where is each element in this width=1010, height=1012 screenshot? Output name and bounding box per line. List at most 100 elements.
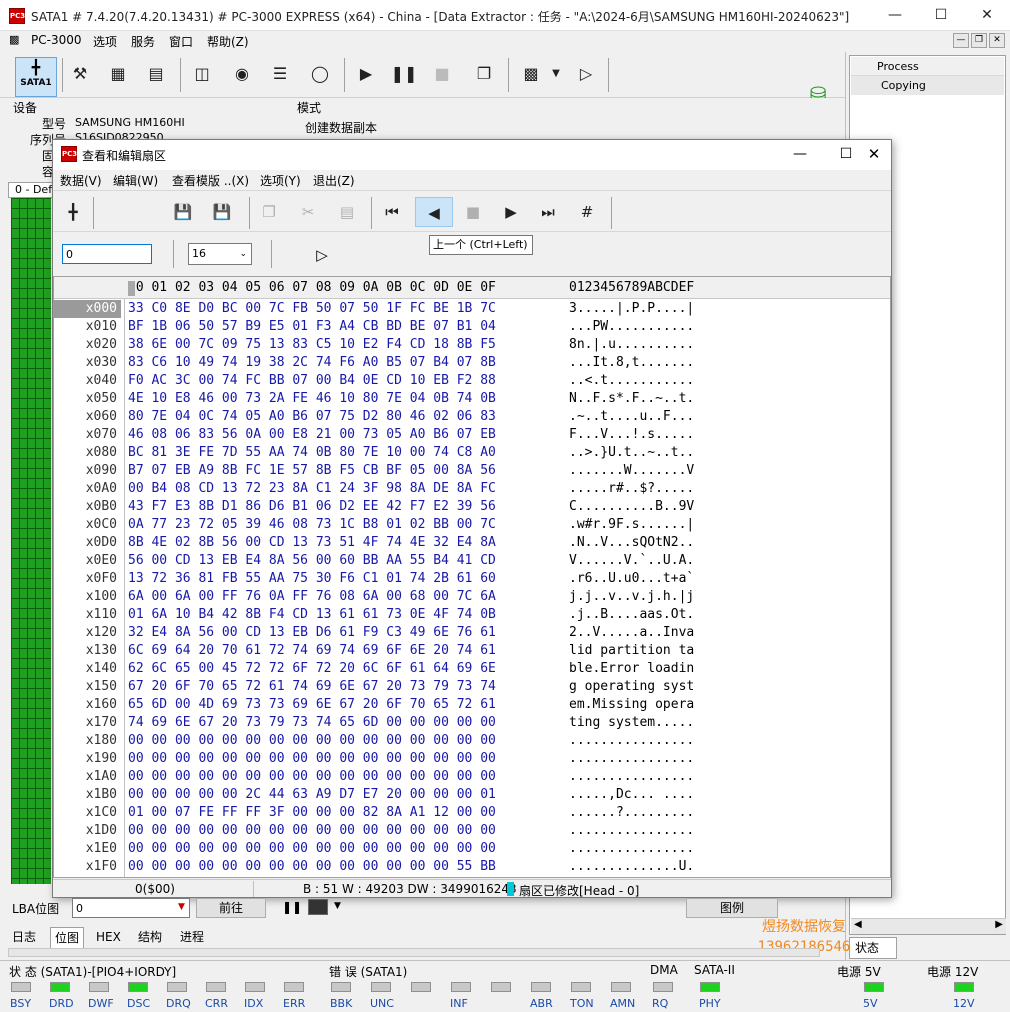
row-bytes[interactable]: 6A 00 6A 00 FF 76 0A FF 76 08 6A 00 68 0… xyxy=(128,588,496,606)
row-ascii[interactable]: ..............U. xyxy=(569,858,694,876)
hex-row[interactable]: x1B0 00 00 00 00 00 2C 44 63 A9 D7 E7 20 … xyxy=(54,786,890,804)
sector-offset-input[interactable] xyxy=(62,244,152,264)
hex-row[interactable]: x0E0 56 00 CD 13 EB E4 8A 56 00 60 BB AA … xyxy=(54,552,890,570)
dialog-close-button[interactable]: ✕ xyxy=(859,140,889,170)
menu-pc3000[interactable]: PC-3000 xyxy=(31,33,81,47)
row-bytes[interactable]: B7 07 EB A9 8B FC 1E 57 8B F5 CB BF 05 0… xyxy=(128,462,496,480)
hex-row[interactable]: x000 33 C0 8E D0 BC 00 7C FB 50 07 50 1F … xyxy=(54,300,890,318)
save-sector-as-icon[interactable]: 💾 xyxy=(208,197,236,227)
exit-run-icon[interactable]: ▷ xyxy=(309,242,335,268)
dialog-menu-options[interactable]: 选项(Y) xyxy=(260,172,301,189)
pause-icon[interactable]: ❚❚ xyxy=(388,56,420,92)
binoculars-icon[interactable]: ◉ xyxy=(226,56,258,92)
hex-row[interactable]: x1A0 00 00 00 00 00 00 00 00 00 00 00 00 … xyxy=(54,768,890,786)
hex-row[interactable]: x1D0 00 00 00 00 00 00 00 00 00 00 00 00 … xyxy=(54,822,890,840)
row-bytes[interactable]: 0A 77 23 72 05 39 46 08 73 1C B8 01 02 B… xyxy=(128,516,496,534)
row-bytes[interactable]: 56 00 CD 13 EB E4 8A 56 00 60 BB AA 55 B… xyxy=(128,552,496,570)
copy-icon[interactable]: ❐ xyxy=(255,197,283,227)
mdi-restore-button[interactable]: ❐ xyxy=(971,33,987,48)
row-bytes[interactable]: 83 C6 10 49 74 19 38 2C 74 F6 A0 B5 07 B… xyxy=(128,354,496,372)
row-bytes[interactable]: 74 69 6E 67 20 73 79 73 74 65 6D 00 00 0… xyxy=(128,714,496,732)
row-bytes[interactable]: 00 00 00 00 00 00 00 00 00 00 00 00 00 0… xyxy=(128,750,496,768)
row-ascii[interactable]: F...V...!.s..... xyxy=(569,426,694,444)
row-bytes[interactable]: 01 00 07 FE FF FF 3F 00 00 00 82 8A A1 1… xyxy=(128,804,496,822)
row-ascii[interactable]: ..>.}U.t..~..t.. xyxy=(569,444,694,462)
hex-row[interactable]: x190 00 00 00 00 00 00 00 00 00 00 00 00 … xyxy=(54,750,890,768)
row-bytes[interactable]: 4E 10 E8 46 00 73 2A FE 46 10 80 7E 04 0… xyxy=(128,390,496,408)
row-ascii[interactable]: C..........B..9V xyxy=(569,498,694,516)
tab-log[interactable]: 日志 xyxy=(8,927,40,948)
process-list-header[interactable]: Process xyxy=(851,57,1004,76)
disk-icon[interactable]: ◯ xyxy=(304,56,336,92)
connector-icon[interactable]: ╋ xyxy=(58,197,88,227)
hex-row[interactable]: x170 74 69 6E 67 20 73 79 73 74 65 6D 00 … xyxy=(54,714,890,732)
hex-row[interactable]: x040 F0 AC 3C 00 74 FC BB 07 00 B4 0E CD … xyxy=(54,372,890,390)
exit-run-icon[interactable]: ▷ xyxy=(570,56,602,92)
hex-row[interactable]: x0D0 8B 4E 02 8B 56 00 CD 13 73 51 4F 74 … xyxy=(54,534,890,552)
row-ascii[interactable]: .j..B....aas.Ot. xyxy=(569,606,694,624)
row-ascii[interactable]: ting system..... xyxy=(569,714,694,732)
row-ascii[interactable]: .....r#..$?..... xyxy=(569,480,694,498)
next-sector-icon[interactable]: ▶ xyxy=(497,197,525,227)
hex-row[interactable]: x150 67 20 6F 70 65 72 61 74 69 6E 67 20 … xyxy=(54,678,890,696)
tools-icon[interactable]: ⚒ xyxy=(64,56,96,92)
lba-forward-button[interactable]: 前往 xyxy=(196,898,266,918)
row-ascii[interactable]: .~..t....u..F... xyxy=(569,408,694,426)
row-ascii[interactable]: j.j..v..v.j.h.|j xyxy=(569,588,694,606)
mdi-close-button[interactable]: ✕ xyxy=(989,33,1005,48)
row-bytes[interactable]: 65 6D 00 4D 69 73 73 69 6E 67 20 6F 70 6… xyxy=(128,696,496,714)
stop-icon[interactable]: ■ xyxy=(459,197,487,227)
hex-row[interactable]: x100 6A 00 6A 00 FF 76 0A FF 76 08 6A 00 … xyxy=(54,588,890,606)
row-bytes[interactable]: 00 00 00 00 00 00 00 00 00 00 00 00 00 0… xyxy=(128,840,496,858)
dialog-menu-exit[interactable]: 退出(Z) xyxy=(313,172,355,189)
screen-icon[interactable]: ▩ xyxy=(514,56,548,92)
row-ascii[interactable]: .w#r.9F.s......| xyxy=(569,516,694,534)
menu-service[interactable]: 服务 xyxy=(131,33,155,50)
minimize-button[interactable]: — xyxy=(872,0,918,31)
row-ascii[interactable]: .....,Dc... .... xyxy=(569,786,694,804)
play-icon[interactable]: ▶ xyxy=(350,56,382,92)
row-bytes[interactable]: 00 B4 08 CD 13 72 23 8A C1 24 3F 98 8A D… xyxy=(128,480,496,498)
scroll-right-icon[interactable]: ▶ xyxy=(995,919,1003,930)
percent-icon[interactable]: ▤ xyxy=(140,56,172,92)
tab-state[interactable]: 状态 xyxy=(849,937,897,959)
bottom-scrollbar[interactable] xyxy=(8,948,820,957)
screen-icon[interactable] xyxy=(308,899,328,915)
hex-row[interactable]: x050 4E 10 E8 46 00 73 2A FE 46 10 80 7E … xyxy=(54,390,890,408)
goto-sector-icon[interactable]: # xyxy=(573,197,601,227)
row-bytes[interactable]: 62 6C 65 00 45 72 72 6F 72 20 6C 6F 61 6… xyxy=(128,660,496,678)
row-ascii[interactable]: 2..V.....a..Inva xyxy=(569,624,694,642)
row-bytes[interactable]: 01 6A 10 B4 42 8B F4 CD 13 61 61 73 0E 4… xyxy=(128,606,496,624)
row-ascii[interactable]: .r6..U.u0...t+a` xyxy=(569,570,694,588)
task-tab-default[interactable]: 0 - Defa xyxy=(8,182,54,198)
menu-help[interactable]: 帮助(Z) xyxy=(207,33,249,50)
row-bytes[interactable]: 00 00 00 00 00 2C 44 63 A9 D7 E7 20 00 0… xyxy=(128,786,496,804)
row-ascii[interactable]: V......V.`..U.A. xyxy=(569,552,694,570)
hex-row[interactable]: x160 65 6D 00 4D 69 73 73 69 6E 67 20 6F … xyxy=(54,696,890,714)
chevron-down-icon[interactable]: ▼ xyxy=(548,56,564,92)
last-sector-icon[interactable]: ⏭ xyxy=(534,197,562,227)
row-ascii[interactable]: ..<.t........... xyxy=(569,372,694,390)
tab-bitmap[interactable]: 位图 xyxy=(50,927,85,948)
hex-row[interactable]: x0B0 43 F7 E3 8B D1 86 D6 B1 06 D2 EE 42 … xyxy=(54,498,890,516)
dialog-minimize-button[interactable]: — xyxy=(777,140,823,170)
row-ascii[interactable]: ................ xyxy=(569,840,694,858)
cut-icon[interactable]: ✂ xyxy=(294,197,322,227)
row-bytes[interactable]: 00 00 00 00 00 00 00 00 00 00 00 00 00 0… xyxy=(128,732,496,750)
row-ascii[interactable]: ...PW........... xyxy=(569,318,694,336)
hex-row[interactable]: x020 38 6E 00 7C 09 75 13 83 C5 10 E2 F4 … xyxy=(54,336,890,354)
dialog-menu-data[interactable]: 数据(V) xyxy=(60,172,102,189)
row-ascii[interactable]: 3.....|.P.P....| xyxy=(569,300,694,318)
row-bytes[interactable]: 33 C0 8E D0 BC 00 7C FB 50 07 50 1F FC B… xyxy=(128,300,496,318)
first-sector-icon[interactable]: ⏮ xyxy=(378,197,406,227)
dialog-menu-edit[interactable]: 编辑(W) xyxy=(113,172,158,189)
hex-row[interactable]: x0F0 13 72 36 81 FB 55 AA 75 30 F6 C1 01 … xyxy=(54,570,890,588)
chevron-down-icon[interactable]: ▼ xyxy=(334,901,341,911)
row-bytes[interactable]: 6C 69 64 20 70 61 72 74 69 74 69 6F 6E 2… xyxy=(128,642,496,660)
sata1-port-button[interactable]: ╋ SATA1 xyxy=(15,57,57,97)
hex-row[interactable]: x010 BF 1B 06 50 57 B9 E5 01 F3 A4 CB BD … xyxy=(54,318,890,336)
pause-icon[interactable]: ❚❚ xyxy=(282,900,302,914)
hex-row[interactable]: x090 B7 07 EB A9 8B FC 1E 57 8B F5 CB BF … xyxy=(54,462,890,480)
row-ascii[interactable]: ................ xyxy=(569,732,694,750)
hex-row[interactable]: x1C0 01 00 07 FE FF FF 3F 00 00 00 82 8A … xyxy=(54,804,890,822)
